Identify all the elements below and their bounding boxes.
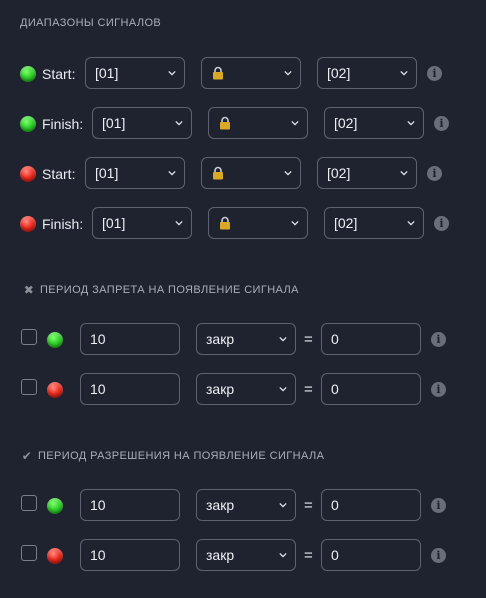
equals-sign: = — [304, 497, 313, 514]
lock-icon — [213, 66, 223, 80]
info-icon[interactable]: i — [431, 332, 446, 347]
cross-icon: ✖ — [23, 283, 35, 297]
info-icon[interactable]: i — [434, 116, 449, 131]
green-signal-icon — [20, 66, 36, 82]
info-icon[interactable]: i — [431, 548, 446, 563]
allow-green-unit-select[interactable]: закр — [196, 489, 296, 521]
range-lock-select[interactable] — [208, 207, 308, 239]
green-signal-icon — [47, 332, 63, 348]
range-to-select[interactable]: [02] — [324, 207, 424, 239]
range-row-red-start: Start: [01] [02] i — [0, 157, 486, 191]
info-icon[interactable]: i — [427, 66, 442, 81]
info-icon[interactable]: i — [434, 216, 449, 231]
range-from-select[interactable]: [01] — [92, 207, 192, 239]
range-to-select[interactable]: [02] — [317, 57, 417, 89]
green-signal-icon — [20, 116, 36, 132]
ban-green-checkbox[interactable] — [21, 329, 37, 345]
chevron-down-icon — [279, 386, 287, 392]
ban-red-checkbox[interactable] — [21, 379, 37, 395]
info-icon[interactable]: i — [427, 166, 442, 181]
range-row-red-finish: Finish: [01] [02] i — [0, 207, 486, 241]
range-row-green-start: Start: [01] [02] i — [0, 57, 486, 91]
chevron-down-icon — [291, 120, 299, 126]
chevron-down-icon — [175, 120, 183, 126]
ban-row-green: 10 закр = 0 i — [0, 323, 486, 357]
chevron-down-icon — [400, 70, 408, 76]
range-label: Finish: — [42, 216, 84, 232]
range-lock-select[interactable] — [201, 57, 301, 89]
check-icon: ✔ — [21, 449, 33, 463]
range-to-select[interactable]: [02] — [317, 157, 417, 189]
equals-sign: = — [304, 381, 313, 398]
chevron-down-icon — [168, 170, 176, 176]
chevron-down-icon — [175, 220, 183, 226]
chevron-down-icon — [284, 170, 292, 176]
range-row-green-finish: Finish: [01] [02] i — [0, 107, 486, 141]
range-lock-select[interactable] — [208, 107, 308, 139]
red-signal-icon — [47, 382, 63, 398]
allow-red-unit-select[interactable]: закр — [196, 539, 296, 571]
red-signal-icon — [20, 216, 36, 232]
range-lock-select[interactable] — [201, 157, 301, 189]
chevron-down-icon — [407, 120, 415, 126]
chevron-down-icon — [400, 170, 408, 176]
range-label: Start: — [42, 66, 76, 82]
ban-row-red: 10 закр = 0 i — [0, 373, 486, 407]
range-from-select[interactable]: [01] — [85, 157, 185, 189]
chevron-down-icon — [168, 70, 176, 76]
ban-green-unit-select[interactable]: закр — [196, 323, 296, 355]
allow-green-result-input[interactable]: 0 — [321, 489, 421, 521]
info-icon[interactable]: i — [431, 382, 446, 397]
chevron-down-icon — [291, 220, 299, 226]
chevron-down-icon — [279, 336, 287, 342]
equals-sign: = — [304, 331, 313, 348]
allow-green-checkbox[interactable] — [21, 495, 37, 511]
ban-period-title: ✖ ПЕРИОД ЗАПРЕТА НА ПОЯВЛЕНИЕ СИГНАЛА — [23, 283, 299, 297]
allow-red-result-input[interactable]: 0 — [321, 539, 421, 571]
signal-ranges-title: ДИАПАЗОНЫ СИГНАЛОВ — [20, 17, 162, 29]
red-signal-icon — [47, 548, 63, 564]
red-signal-icon — [20, 166, 36, 182]
ban-red-unit-select[interactable]: закр — [196, 373, 296, 405]
ban-green-count-input[interactable]: 10 — [80, 323, 180, 355]
ban-red-count-input[interactable]: 10 — [80, 373, 180, 405]
range-to-select[interactable]: [02] — [324, 107, 424, 139]
range-label: Finish: — [42, 116, 84, 132]
chevron-down-icon — [279, 552, 287, 558]
ban-red-result-input[interactable]: 0 — [321, 373, 421, 405]
allow-green-count-input[interactable]: 10 — [80, 489, 180, 521]
allow-red-count-input[interactable]: 10 — [80, 539, 180, 571]
range-from-select[interactable]: [01] — [92, 107, 192, 139]
chevron-down-icon — [284, 70, 292, 76]
lock-icon — [220, 216, 230, 230]
ban-green-result-input[interactable]: 0 — [321, 323, 421, 355]
info-icon[interactable]: i — [431, 498, 446, 513]
lock-icon — [220, 116, 230, 130]
allow-row-green: 10 закр = 0 i — [0, 489, 486, 523]
green-signal-icon — [47, 498, 63, 514]
allow-period-title: ✔ ПЕРИОД РАЗРЕШЕНИЯ НА ПОЯВЛЕНИЕ СИГНАЛА — [21, 449, 325, 463]
lock-icon — [213, 166, 223, 180]
allow-row-red: 10 закр = 0 i — [0, 539, 486, 573]
range-label: Start: — [42, 166, 76, 182]
allow-red-checkbox[interactable] — [21, 545, 37, 561]
equals-sign: = — [304, 547, 313, 564]
range-from-select[interactable]: [01] — [85, 57, 185, 89]
chevron-down-icon — [407, 220, 415, 226]
chevron-down-icon — [279, 502, 287, 508]
